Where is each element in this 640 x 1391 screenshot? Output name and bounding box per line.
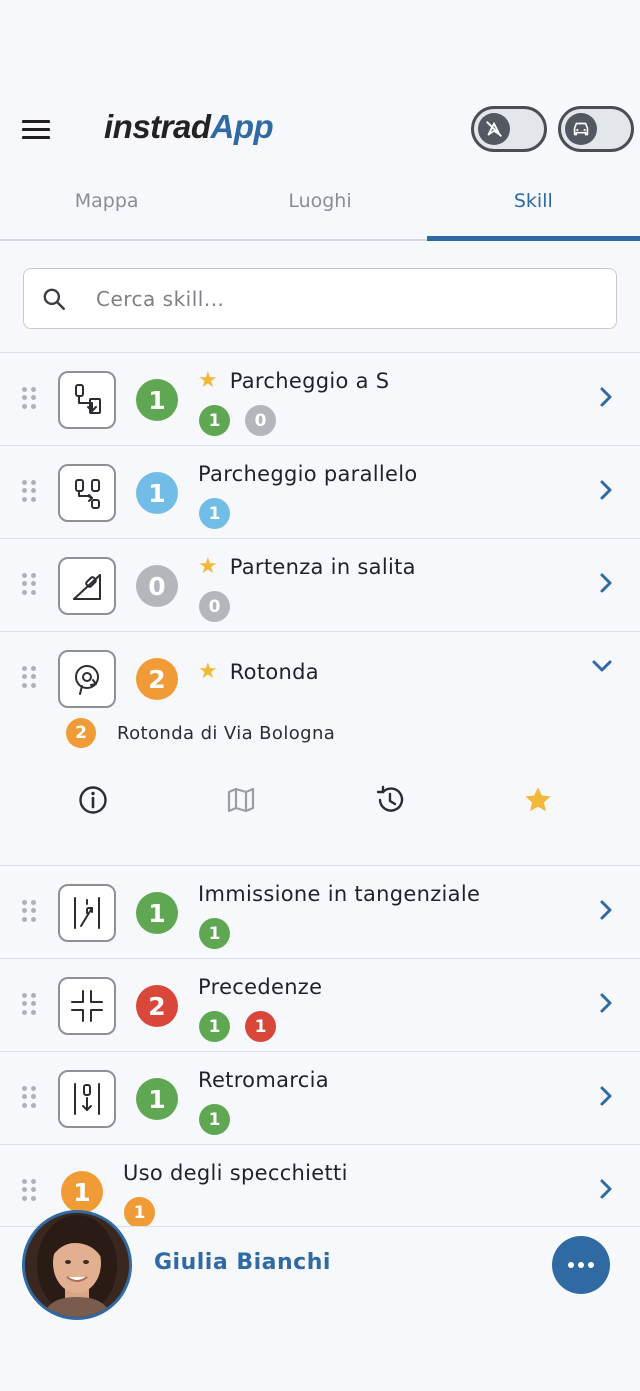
progress-badge: 1 [199, 405, 230, 436]
skill-row-parcheggio-parallelo[interactable]: 1 Parcheggio parallelo 1 [0, 445, 640, 538]
chevron-right-icon[interactable] [596, 1175, 616, 1203]
skill-level-badge: 2 [136, 985, 178, 1027]
chevron-right-icon[interactable] [596, 896, 616, 924]
parallel-parking-icon [58, 464, 116, 522]
star-favorite-icon[interactable] [520, 782, 556, 818]
skill-row-partenza-in-salita[interactable]: 0 ★ Partenza in salita 0 [0, 538, 640, 631]
avatar[interactable] [22, 1210, 132, 1320]
parking-s-icon [58, 371, 116, 429]
chevron-right-icon[interactable] [596, 569, 616, 597]
skill-badges: 1 [199, 918, 230, 949]
reverse-icon [58, 1070, 116, 1128]
progress-badge: 1 [199, 1104, 230, 1135]
chevron-right-icon[interactable] [596, 383, 616, 411]
hamburger-menu-icon[interactable] [22, 110, 60, 148]
more-options-button[interactable] [552, 1236, 610, 1294]
app-logo: instradApp [104, 108, 274, 145]
skill-list: 1 ★ Parcheggio a S 1 0 1 Parcheggio para… [0, 352, 640, 1237]
map-icon[interactable] [223, 782, 259, 818]
skill-title: Retromarcia [198, 1068, 329, 1092]
progress-badge: 0 [199, 591, 230, 622]
skill-badges: 1 [124, 1197, 155, 1228]
drag-handle-icon[interactable] [22, 480, 36, 502]
progress-badge: 1 [245, 1011, 276, 1042]
main-tabs: Mappa Luoghi Skill [0, 172, 640, 241]
progress-badge: 1 [199, 498, 230, 529]
skill-level-badge: 1 [136, 1078, 178, 1120]
skill-row-immissione-in-tangenziale[interactable]: 1 Immissione in tangenziale 1 [0, 865, 640, 958]
drag-handle-icon[interactable] [22, 573, 36, 595]
chevron-down-icon[interactable] [588, 652, 616, 680]
star-icon: ★ [198, 659, 218, 684]
search-input[interactable] [96, 286, 556, 311]
skill-title: Parcheggio parallelo [198, 462, 418, 486]
skill-level-badge: 1 [136, 472, 178, 514]
skill-title-line: Immissione in tangenziale [198, 882, 480, 906]
car-icon [565, 113, 597, 145]
info-icon[interactable] [75, 782, 111, 818]
tab-mappa[interactable]: Mappa [0, 172, 213, 239]
skill-level-badge: 1 [136, 379, 178, 421]
place-level-badge: 2 [66, 718, 96, 748]
skill-badges: 1 1 [199, 1011, 276, 1042]
driving-mode-toggle[interactable] [558, 106, 634, 152]
skill-level-badge: 1 [136, 892, 178, 934]
place-label: Rotonda di Via Bologna [117, 722, 336, 744]
skill-title-line: ★ Partenza in salita [198, 555, 416, 579]
skill-title-line: Precedenze [198, 975, 322, 999]
skill-level-badge: 2 [136, 658, 178, 700]
skill-title: Immissione in tangenziale [198, 882, 481, 906]
skill-row-rotonda[interactable]: 2 ★ Rotonda 2 Rotonda di Via Bologna [0, 631, 640, 865]
skill-title: Parcheggio a S [229, 369, 390, 393]
history-icon[interactable] [372, 782, 408, 818]
star-icon: ★ [198, 554, 218, 579]
skill-row-precedenze[interactable]: 2 Precedenze 1 1 [0, 958, 640, 1051]
progress-badge: 0 [245, 405, 276, 436]
chevron-right-icon[interactable] [596, 989, 616, 1017]
no-gps-toggle[interactable] [471, 106, 547, 152]
skill-title: Partenza in salita [229, 555, 416, 579]
skill-title: Rotonda [229, 660, 319, 684]
skill-title: Precedenze [198, 975, 323, 999]
intersection-icon [58, 977, 116, 1035]
skill-row-parcheggio-a-s[interactable]: 1 ★ Parcheggio a S 1 0 [0, 352, 640, 445]
drag-handle-icon[interactable] [22, 993, 36, 1015]
skill-title-line: ★ Parcheggio a S [198, 369, 389, 393]
skill-title-line: Retromarcia [198, 1068, 329, 1092]
skill-level-badge: 0 [136, 565, 178, 607]
drag-handle-icon[interactable] [22, 900, 36, 922]
skill-badges: 1 [199, 498, 230, 529]
skill-title-line: Parcheggio parallelo [198, 462, 418, 486]
tab-luoghi[interactable]: Luoghi [213, 172, 426, 239]
progress-badge: 1 [124, 1197, 155, 1228]
place-item[interactable]: 2 Rotonda di Via Bologna [66, 718, 335, 748]
progress-badge: 1 [199, 918, 230, 949]
skill-title-line: ★ Rotonda [198, 660, 319, 684]
skill-title-line: Uso degli specchietti [123, 1161, 348, 1185]
drag-handle-icon[interactable] [22, 387, 36, 409]
uphill-start-icon [58, 557, 116, 615]
user-name[interactable]: Giulia Bianchi [154, 1250, 331, 1275]
skill-level-badge: 1 [61, 1171, 103, 1213]
skill-badges: 0 [199, 591, 230, 622]
star-icon: ★ [198, 368, 218, 393]
drag-handle-icon[interactable] [22, 1086, 36, 1108]
tab-skill[interactable]: Skill [426, 172, 640, 241]
highway-merge-icon [58, 884, 116, 942]
progress-badge: 1 [199, 1011, 230, 1042]
search-bar [23, 268, 617, 329]
skill-row-retromarcia[interactable]: 1 Retromarcia 1 [0, 1051, 640, 1144]
search-icon [40, 285, 68, 313]
chevron-right-icon[interactable] [596, 1082, 616, 1110]
skill-badges: 1 0 [199, 405, 276, 436]
chevron-right-icon[interactable] [596, 476, 616, 504]
skill-title: Uso degli specchietti [123, 1161, 348, 1185]
skill-badges: 1 [199, 1104, 230, 1135]
no-location-icon [478, 113, 510, 145]
roundabout-icon [58, 650, 116, 708]
drag-handle-icon[interactable] [22, 1179, 36, 1201]
app-header: instradApp Mappa Luoghi Skill [0, 0, 640, 241]
skill-actions [0, 782, 640, 818]
drag-handle-icon[interactable] [22, 666, 36, 688]
